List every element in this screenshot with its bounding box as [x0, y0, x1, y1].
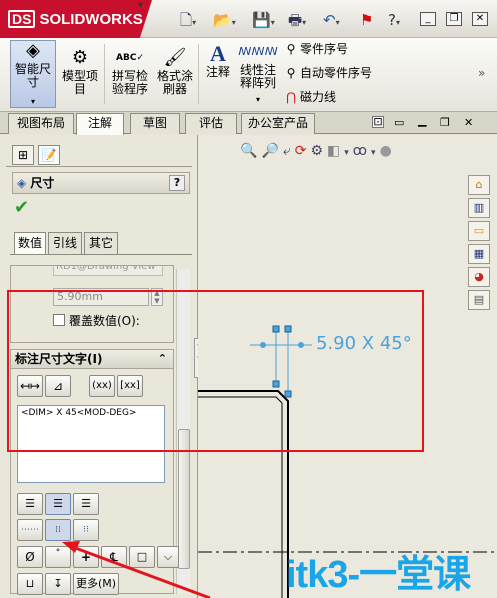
save-icon[interactable]: 💾▾: [252, 10, 275, 30]
more-button[interactable]: 更多(M): [73, 573, 119, 595]
new-document-icon[interactable]: 🗋▾: [180, 10, 196, 30]
square-symbol-button[interactable]: □: [129, 546, 155, 568]
logo-text: SOLIDWORKS: [39, 10, 143, 28]
tab-view-layout[interactable]: 视图布局: [8, 113, 74, 134]
help-icon[interactable]: ?▾: [388, 10, 400, 30]
smart-dimension-label: 智能尺寸: [14, 62, 51, 89]
ok-checkmark-icon[interactable]: ✔: [14, 197, 29, 218]
minimize-doc-icon[interactable]: ▭: [394, 116, 404, 129]
dimension-header: ◈ 尺寸 ?: [12, 172, 190, 194]
dimension-icon: ◈: [17, 176, 27, 190]
horizontal-justify-icon[interactable]: ⋯⋯: [17, 519, 43, 541]
balloon-button[interactable]: ⚲ 零件序号: [282, 38, 348, 60]
pattern-icon: ꟿꟿꟿ: [238, 45, 278, 58]
open-folder-icon[interactable]: 📂▾: [213, 10, 236, 30]
note-button[interactable]: A 注释: [202, 41, 234, 79]
counterbore-symbol-button[interactable]: ⊔: [17, 573, 43, 595]
degree-symbol-button[interactable]: °: [45, 546, 71, 568]
tab-sketch[interactable]: 草图: [130, 113, 180, 134]
brush-icon: 🖌: [163, 47, 187, 68]
abc-text: ABC: [116, 53, 137, 63]
highlight-box: [7, 290, 424, 452]
smart-dimension-button[interactable]: ◈ 智能尺寸 ▾: [10, 40, 56, 108]
format-painter-label: 格式涂刷器: [156, 69, 193, 96]
close-doc-icon[interactable]: ✕: [464, 116, 473, 129]
spell-checker-label: 拼写检验程序: [111, 69, 148, 96]
centerline-symbol-button[interactable]: ℄: [101, 546, 127, 568]
model-items-icon: ⚙: [71, 47, 89, 68]
magnetic-line-button[interactable]: ⋂ 磁力线: [282, 86, 336, 108]
help-label: ?: [388, 11, 396, 29]
align-right-icon[interactable]: ☰: [73, 493, 99, 515]
divider: [10, 254, 192, 255]
spell-checker-button[interactable]: ABC✓ 拼写检验程序: [108, 48, 152, 96]
ribbon-separator: [104, 44, 105, 104]
dropdown-arrow-icon: ▾: [30, 97, 35, 106]
linear-note-pattern-label: 线性注释阵列: [239, 63, 276, 90]
note-label: 注释: [205, 65, 230, 79]
undo-icon[interactable]: ↶▾: [323, 10, 340, 30]
model-items-label: 模型项目: [62, 69, 99, 96]
smart-dimension-icon: ◈: [26, 40, 40, 61]
feature-tree-tab-icon[interactable]: ⊞: [12, 145, 34, 165]
divider: [6, 166, 192, 167]
diameter-symbol-button[interactable]: Ø: [17, 546, 43, 568]
tab-office-products[interactable]: 办公室产品: [241, 113, 315, 134]
tab-other[interactable]: 其它: [84, 232, 118, 254]
balloon-icon: ⚲: [286, 42, 296, 56]
property-manager-tab-icon[interactable]: 📝: [38, 145, 60, 165]
magnet-icon: ⋂: [286, 90, 296, 104]
note-a-icon: A: [210, 41, 226, 66]
traffic-light-icon[interactable]: ⚑: [360, 10, 373, 30]
tab-value[interactable]: 数值: [14, 232, 46, 254]
title-bar: DS SOLIDWORKS ▾ 🗋▾ 📂▾ 💾▾ 🖶▾ ↶▾ ⚑ ?▾ _ ❐ …: [0, 0, 497, 38]
tile-icon[interactable]: ⊡: [372, 116, 384, 128]
vertical-justify-icon[interactable]: ⁞⁞: [45, 519, 71, 541]
pin-icon[interactable]: ▾: [138, 0, 143, 11]
plus-minus-symbol-button[interactable]: +: [73, 546, 99, 568]
restore-button[interactable]: ❐: [446, 12, 462, 26]
close-button[interactable]: ✕: [472, 12, 488, 26]
ribbon-expand-icon[interactable]: »: [478, 66, 485, 80]
auto-balloon-button[interactable]: ⚲ 自动零件序号: [282, 62, 372, 84]
format-painter-button[interactable]: 🖌 格式涂刷器: [154, 48, 196, 96]
ds-logo-mark: DS: [8, 10, 36, 28]
align-center-icon[interactable]: ☰: [45, 493, 71, 515]
tab-leader[interactable]: 引线: [48, 232, 82, 254]
restore-doc-icon[interactable]: ▁: [418, 114, 426, 127]
dropdown-arrow-icon: ▾: [255, 95, 260, 104]
balloon-label: 零件序号: [300, 42, 349, 56]
linear-note-pattern-button[interactable]: ꟿꟿꟿ 线性注释阵列 ▾: [238, 42, 278, 106]
restore-doc-icon[interactable]: ❐: [440, 116, 450, 129]
abc-check-icon: ABC✓: [116, 53, 144, 63]
view-window-controls: ⊡ ▭ ▁ ❐ ✕: [372, 114, 492, 132]
tab-evaluate[interactable]: 评估: [185, 113, 237, 134]
tab-annotation[interactable]: 注解: [76, 113, 124, 135]
auto-balloon-icon: ⚲: [286, 66, 296, 80]
auto-balloon-label: 自动零件序号: [300, 66, 373, 80]
depth-symbol-button[interactable]: ↧: [45, 573, 71, 595]
align-left-icon[interactable]: ☰: [17, 493, 43, 515]
reference-dimension-field[interactable]: RD1@Drawing View: [53, 266, 163, 276]
help-button[interactable]: ?: [169, 175, 185, 191]
model-items-button[interactable]: ⚙ 模型项目: [60, 48, 100, 96]
dimension-title: 尺寸: [30, 176, 55, 190]
ribbon-separator: [198, 44, 199, 104]
watermark-text: itk3-一堂课: [286, 554, 471, 596]
magnetic-line-label: 磁力线: [300, 90, 337, 104]
distribute-icon[interactable]: ⁝⁝: [73, 519, 99, 541]
command-manager-ribbon: ◈ 智能尺寸 ▾ ⚙ 模型项目 ABC✓ 拼写检验程序 🖌 格式涂刷器 A 注释…: [0, 38, 497, 112]
more-symbols-dropdown[interactable]: ⌵: [157, 546, 179, 568]
minimize-button[interactable]: _: [420, 12, 436, 26]
solidworks-logo[interactable]: DS SOLIDWORKS: [0, 0, 152, 38]
print-icon[interactable]: 🖶▾: [288, 10, 306, 30]
